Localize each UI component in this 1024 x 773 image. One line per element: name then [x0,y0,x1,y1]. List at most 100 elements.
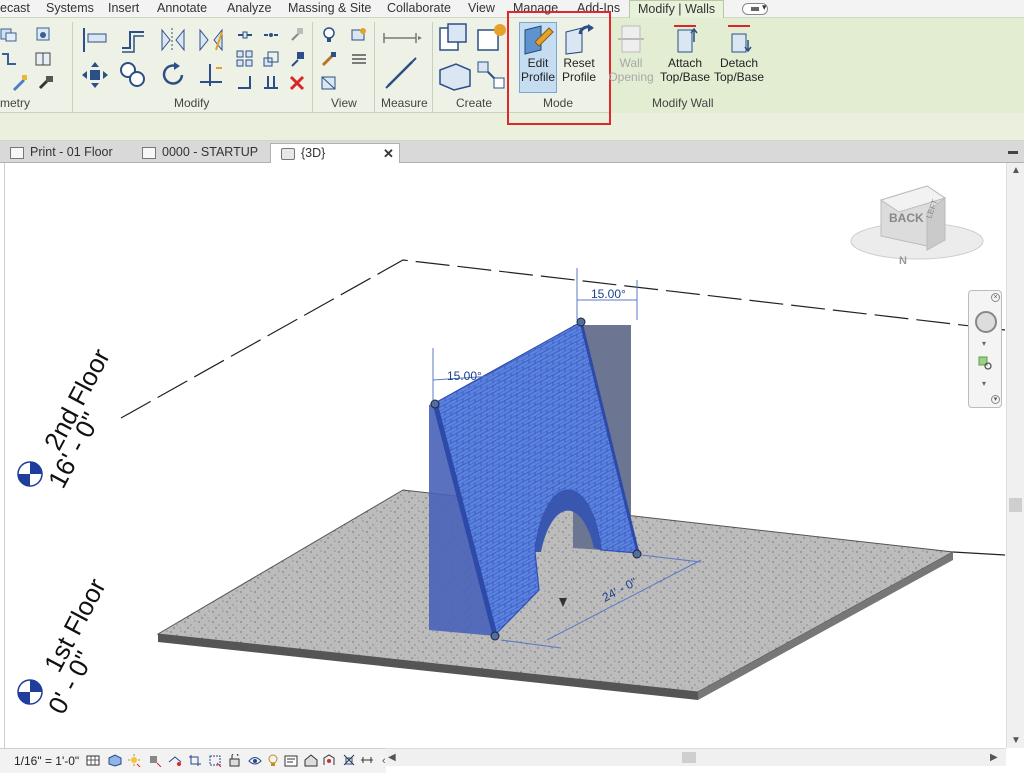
move-icon[interactable] [80,60,110,90]
temporary-view-properties-icon[interactable] [284,754,298,767]
aligned-dimension-icon[interactable] [382,30,422,46]
mirror-pick-axis-icon[interactable] [158,26,186,54]
close-icon[interactable]: ✕ [383,144,394,163]
hide-element-icon[interactable] [350,26,368,44]
view-control-bar: 1/16" = 1'-0" ‹ [0,748,386,773]
delete-icon[interactable] [288,74,306,92]
sun-path-icon[interactable] [127,754,141,767]
horizontal-scrollbar[interactable]: ◀ ▶ [386,748,1006,766]
cut-profile-icon[interactable] [320,74,338,92]
pin-icon[interactable] [288,50,306,68]
copy-icon[interactable] [118,60,148,90]
rotate-icon[interactable] [158,60,188,90]
offset-icon[interactable] [118,26,148,54]
view-scale[interactable]: 1/16" = 1'-0" [14,754,79,768]
tab-annotate[interactable]: Annotate [157,0,207,18]
unlocked-view-icon[interactable] [228,754,242,767]
tab-modify-walls[interactable]: Modify | Walls [629,0,725,18]
shadows-icon[interactable] [148,754,162,767]
steering-wheel-icon[interactable] [975,311,997,333]
worksharing-display-icon[interactable] [304,754,318,767]
tab-insert[interactable]: Insert [108,0,139,18]
crop-view-icon[interactable] [188,754,202,767]
scrollbar-thumb[interactable] [682,752,696,763]
join-geometry-icon[interactable] [0,26,18,44]
dimension-angle-top[interactable]: 15.00° [591,287,626,301]
paintbrush-icon[interactable] [320,50,338,68]
scroll-down-icon[interactable]: ▼ [1011,735,1021,746]
level-marker-2nd[interactable]: 2nd Floor 16' - 0" [17,343,116,493]
chevron-left-icon[interactable]: ‹ [382,755,386,767]
shape-handle[interactable] [430,399,440,409]
reveal-hidden-icon[interactable] [266,754,280,767]
level-line-1st [952,551,1006,556]
view-tab-bar: Print - 01 Floor 0000 - STARTUP {3D} ✕ [0,141,1024,163]
floor-plan-icon [10,147,24,159]
scroll-up-icon[interactable]: ▲ [1011,165,1021,176]
navbar-options-icon[interactable]: ▾ [991,395,1000,404]
vertical-scrollbar[interactable]: ▲ ▼ [1006,163,1024,748]
detach-top-base-button[interactable]: Detach Top/Base [713,22,765,84]
align-icon[interactable] [80,26,110,54]
viewcube-face-back[interactable]: BACK [889,211,924,225]
split-face-icon[interactable] [34,50,52,68]
detail-level-icon[interactable] [86,754,100,767]
tab-massing-site[interactable]: Massing & Site [288,0,371,18]
linework-icon[interactable] [350,50,368,68]
view-tab-print-01-floor[interactable]: Print - 01 Floor [0,143,132,163]
split-element-icon[interactable] [236,26,254,44]
3d-viewport[interactable]: 15.00° 15.00° 24' - 0" 2nd Floor 16' - 0… [4,163,1006,748]
mirror-draw-axis-icon[interactable] [196,26,224,54]
view-tab-3d[interactable]: {3D} ✕ [270,143,400,163]
trim-single-icon[interactable] [236,74,254,92]
tab-precast[interactable]: ecast [0,0,30,18]
tab-view[interactable]: View [468,0,495,18]
crop-region-icon[interactable] [208,754,222,767]
create-parts-icon[interactable] [476,22,508,54]
cut-geometry-icon[interactable] [34,26,52,44]
tab-analyze[interactable]: Analyze [227,0,271,18]
level-marker-1st[interactable]: 1st Floor 0' - 0" [17,573,112,719]
chevron-down-icon[interactable]: ▾ [982,379,986,388]
zoom-icon[interactable] [977,355,993,371]
tab-systems[interactable]: Systems [46,0,94,18]
trim-extend-icon[interactable] [196,60,226,90]
analytical-model-icon[interactable] [322,754,336,767]
scale-icon[interactable] [262,50,280,68]
create-similar-icon[interactable] [476,60,506,90]
temporary-hide-icon[interactable] [248,754,262,767]
attach-top-base-button[interactable]: Attach Top/Base [659,22,711,84]
floor-slab[interactable] [156,489,955,693]
render-icon[interactable] [168,754,182,767]
reveal-constraints-icon[interactable] [360,754,374,767]
wall-joins-icon[interactable] [0,50,18,68]
measure-icon[interactable] [384,56,418,90]
trim-multiple-icon[interactable] [262,74,280,92]
dimension-angle-left[interactable]: 15.00° [447,369,482,383]
visual-style-icon[interactable] [108,754,122,767]
array-icon[interactable] [236,50,254,68]
lightbulb-icon[interactable] [320,26,338,44]
scroll-right-icon[interactable]: ▶ [990,752,998,763]
scroll-left-icon[interactable]: ◀ [388,752,396,763]
create-assembly-icon[interactable] [438,22,470,54]
shape-handle[interactable] [490,631,500,641]
paint-icon[interactable] [10,74,28,92]
demolish-icon[interactable] [36,74,54,92]
split-with-gap-icon[interactable] [262,26,280,44]
viewcube-compass-north[interactable]: N [899,255,907,267]
view-tab-startup[interactable]: 0000 - STARTUP [132,143,270,163]
tab-collaborate[interactable]: Collaborate [387,0,451,18]
wall-opening-button[interactable]: Wall Opening [608,22,654,84]
create-group-icon[interactable] [438,60,472,92]
shape-handle[interactable] [632,549,642,559]
close-icon[interactable]: × [991,293,1000,302]
highlight-displacement-icon[interactable] [342,754,356,767]
chevron-down-icon[interactable]: ▾ [982,339,986,348]
view-tabs-menu-icon[interactable]: ▬ [1008,146,1018,157]
viewcube[interactable]: BACK LEFT N [850,185,984,267]
chevron-down-icon[interactable]: ▾ [762,2,767,13]
unpin-icon[interactable] [288,26,306,44]
scrollbar-thumb[interactable] [1009,498,1022,512]
shape-handle[interactable] [576,317,586,327]
